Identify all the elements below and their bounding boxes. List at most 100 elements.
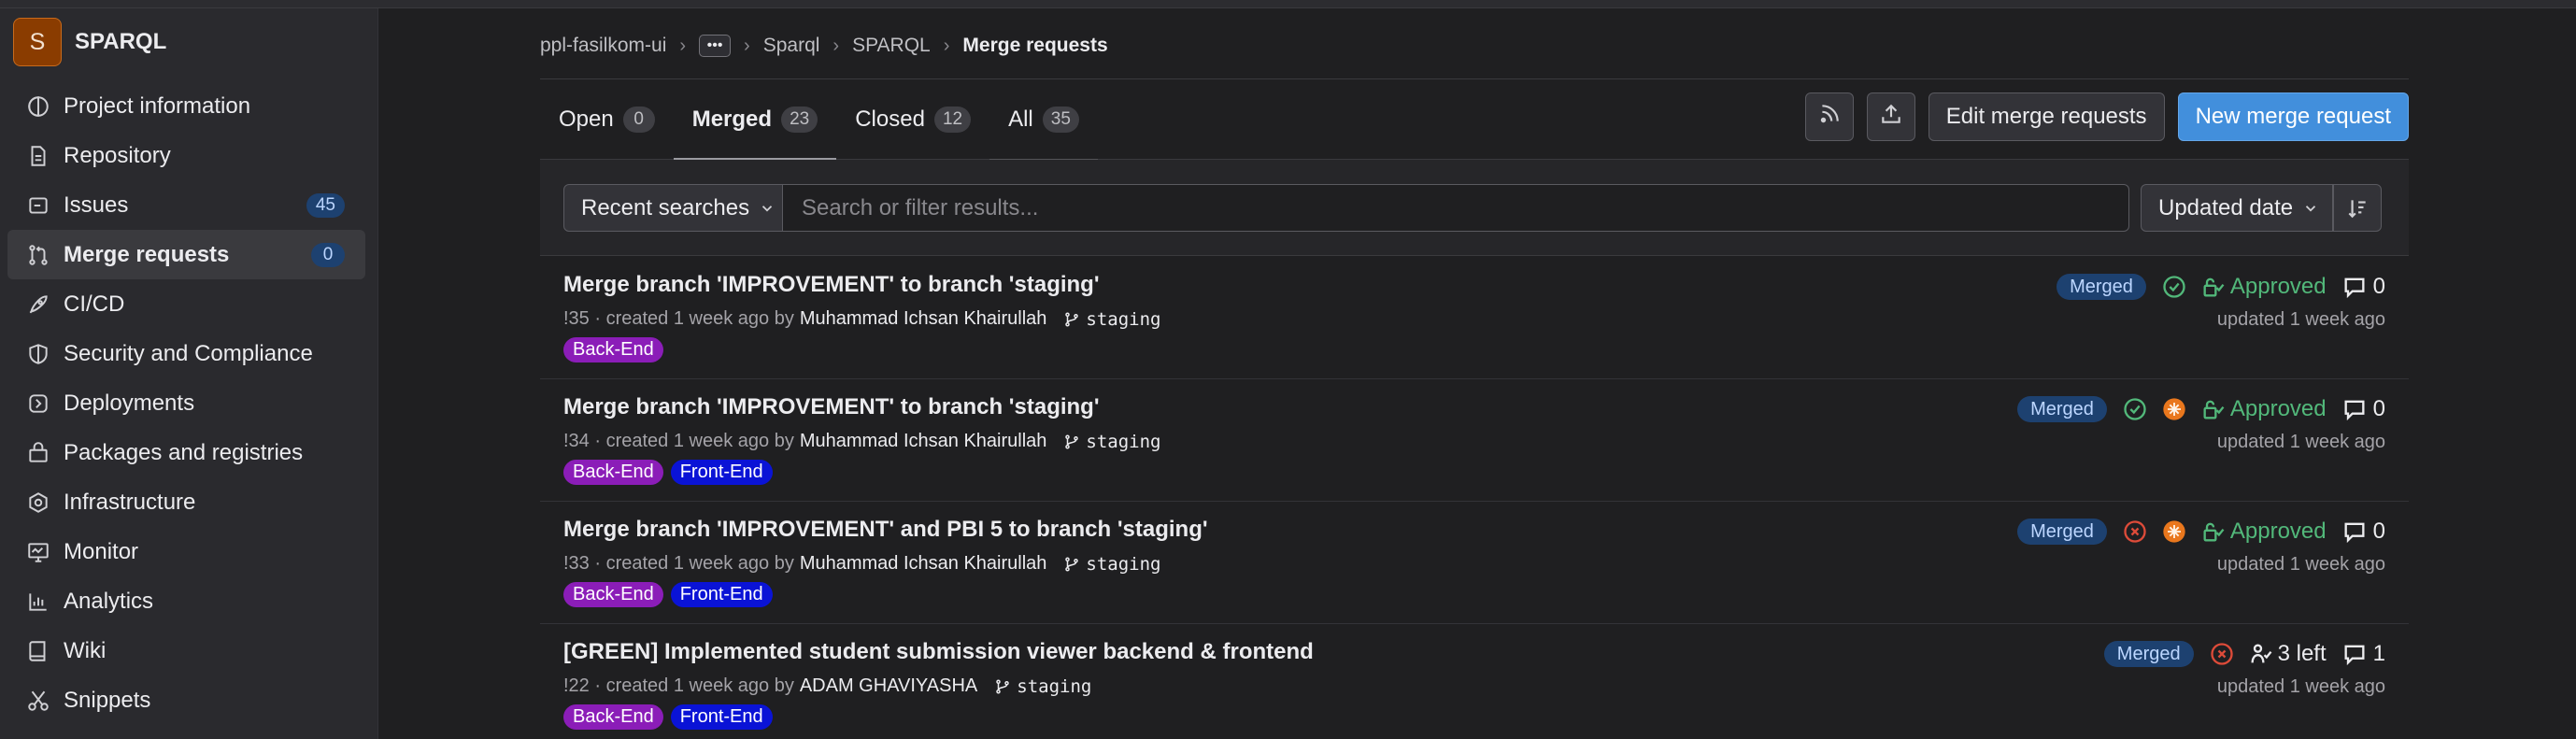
merge-request-status: Merged Approved 0 <box>2017 517 2385 547</box>
pipeline-failed-icon[interactable] <box>2209 641 2235 667</box>
author-link[interactable]: Muhammad Ichsan Khairullah <box>800 553 1047 575</box>
author-link[interactable]: Muhammad Ichsan Khairullah <box>800 431 1047 452</box>
count-badge: 0 <box>311 243 345 267</box>
target-branch[interactable]: staging <box>1063 554 1161 575</box>
sort-direction-button[interactable] <box>2333 184 2382 232</box>
merge-request-title[interactable]: [GREEN] Implemented student submission v… <box>563 639 1314 665</box>
author-link[interactable]: Muhammad Ichsan Khairullah <box>800 308 1047 330</box>
updated-time: updated 1 week ago <box>2216 554 2385 575</box>
updated-time: updated 1 week ago <box>2216 309 2385 330</box>
merge-request-row: Merge branch 'IMPROVEMENT' and PBI 5 to … <box>540 502 2409 624</box>
comments-count[interactable]: 0 <box>2341 274 2385 300</box>
merge-request-title[interactable]: Merge branch 'IMPROVEMENT' and PBI 5 to … <box>563 517 1208 543</box>
label-back-end[interactable]: Back-End <box>563 337 663 362</box>
sidebar-item-monitor[interactable]: Monitor <box>7 527 365 576</box>
author-link[interactable]: ADAM GHAVIYASHA <box>800 675 977 697</box>
comments-count[interactable]: 0 <box>2341 519 2385 545</box>
branch-name: staging <box>1017 675 1092 697</box>
label-front-end[interactable]: Front-End <box>670 460 773 485</box>
approval-status[interactable]: Approved <box>2200 274 2327 300</box>
tab-label: All <box>1008 107 1033 132</box>
merge-request-meta: !35 · created 1 week ago by Muhammad Ichs… <box>563 308 1161 330</box>
tab-open[interactable]: Open 0 <box>540 79 674 160</box>
new-merge-request-button[interactable]: New merge request <box>2177 92 2409 141</box>
breadcrumb-item-group[interactable]: ppl-fasilkom-ui <box>540 35 666 57</box>
approval-text: Approved <box>2229 274 2327 299</box>
merge-request-title[interactable]: Merge branch 'IMPROVEMENT' to branch 'st… <box>563 272 1100 298</box>
label-back-end[interactable]: Back-End <box>563 582 663 607</box>
approval-status[interactable]: 3 left <box>2248 641 2327 667</box>
merge-request-meta: !34 · created 1 week ago by Muhammad Ichs… <box>563 431 1161 452</box>
label-back-end[interactable]: Back-End <box>563 460 663 485</box>
coverage-warning-icon[interactable] <box>2161 519 2187 545</box>
approval-status[interactable]: Approved <box>2200 519 2327 545</box>
breadcrumb-item-project[interactable]: SPARQL <box>852 35 931 57</box>
search-input[interactable]: Search or filter results... <box>782 184 2129 232</box>
breadcrumb-current[interactable]: Merge requests <box>962 35 1107 57</box>
sidebar-item-label: Analytics <box>64 588 154 614</box>
target-branch[interactable]: staging <box>1063 432 1161 452</box>
sidebar-item-deployments[interactable]: Deployments <box>7 378 365 428</box>
merge-request-list: Merge branch 'IMPROVEMENT' to branch 'st… <box>540 257 2409 739</box>
target-branch[interactable]: staging <box>994 676 1091 697</box>
merge-request-title[interactable]: Merge branch 'IMPROVEMENT' to branch 'st… <box>563 394 1100 420</box>
tab-closed[interactable]: Closed 12 <box>836 79 989 160</box>
tab-actions: Edit merge requests New merge request <box>1804 92 2409 141</box>
pipeline-success-icon[interactable] <box>2122 396 2148 422</box>
sidebar-item-repository[interactable]: Repository <box>7 131 365 180</box>
comments-count[interactable]: 0 <box>2341 396 2385 422</box>
label-back-end[interactable]: Back-End <box>563 704 663 730</box>
sidebar-item-packages-and-registries[interactable]: Packages and registries <box>7 428 365 477</box>
sidebar-item-security-and-compliance[interactable]: Security and Compliance <box>7 329 365 378</box>
branch-icon <box>1065 557 1079 571</box>
project-avatar[interactable]: S <box>13 18 62 66</box>
merge-request-status: Merged Approved 0 <box>2057 272 2385 302</box>
sidebar-item-label: CI/CD <box>64 291 125 317</box>
tab-all[interactable]: All 35 <box>989 79 1098 161</box>
project-name[interactable]: SPARQL <box>75 29 166 55</box>
approval-status[interactable]: Approved <box>2200 396 2327 422</box>
edit-merge-requests-button[interactable]: Edit merge requests <box>1928 92 2165 141</box>
tab-label: Closed <box>855 107 925 132</box>
sidebar-item-wiki[interactable]: Wiki <box>7 626 365 675</box>
target-branch[interactable]: staging <box>1063 309 1161 330</box>
label-front-end[interactable]: Front-End <box>670 582 773 607</box>
merge-request-meta: !22 · created 1 week ago by ADAM GHAVIYAS… <box>563 675 1091 697</box>
merge-request-labels: Back-End Front-End <box>563 704 780 730</box>
tab-merged[interactable]: Merged 23 <box>673 79 837 161</box>
sidebar-item-label: Project information <box>64 92 251 119</box>
breadcrumb-separator: › <box>744 35 750 56</box>
sidebar-item-settings[interactable]: Settings <box>7 725 365 739</box>
sidebar-item-project-information[interactable]: Project information <box>7 81 365 131</box>
breadcrumb-item-subgroup[interactable]: Sparql <box>763 35 820 57</box>
project-info-icon <box>26 94 50 119</box>
recent-searches-dropdown[interactable]: Recent searches <box>563 184 783 232</box>
merge-request-row: [GREEN] Implemented student submission v… <box>540 624 2409 739</box>
coverage-warning-icon[interactable] <box>2161 396 2187 422</box>
pipeline-success-icon[interactable] <box>2161 274 2187 300</box>
merge-request-reference: !35 · created 1 week ago by <box>563 308 794 329</box>
sidebar-item-label: Repository <box>64 142 171 168</box>
merge-request-row: Merge branch 'IMPROVEMENT' to branch 'st… <box>540 257 2409 379</box>
export-button[interactable] <box>1866 92 1915 141</box>
sort-label: Updated date <box>2158 194 2294 220</box>
comments-count[interactable]: 1 <box>2341 641 2385 667</box>
label-front-end[interactable]: Front-End <box>670 704 773 730</box>
sidebar-item-analytics[interactable]: Analytics <box>7 576 365 626</box>
pipeline-failed-icon[interactable] <box>2122 519 2148 545</box>
chevron-down-icon <box>761 205 773 212</box>
sidebar-item-merge-requests[interactable]: Merge requests 0 <box>7 230 365 279</box>
project-header[interactable]: S SPARQL <box>13 16 166 68</box>
rss-button[interactable] <box>1804 92 1854 141</box>
sidebar-item-ci-cd[interactable]: CI/CD <box>7 279 365 329</box>
breadcrumb-more-button[interactable]: ••• <box>699 35 732 57</box>
tab-count-badge: 0 <box>622 107 655 133</box>
sort-dropdown[interactable]: Updated date <box>2141 184 2333 232</box>
sidebar-item-snippets[interactable]: Snippets <box>7 675 365 725</box>
deployments-icon <box>26 391 50 416</box>
filter-bar: Recent searches Search or filter results… <box>540 160 2409 256</box>
approved-icon <box>2203 277 2225 297</box>
sidebar-item-infrastructure[interactable]: Infrastructure <box>7 477 365 527</box>
merge-request-status: Merged Approved 0 <box>2017 394 2385 424</box>
sidebar-item-issues[interactable]: Issues 45 <box>7 180 365 230</box>
